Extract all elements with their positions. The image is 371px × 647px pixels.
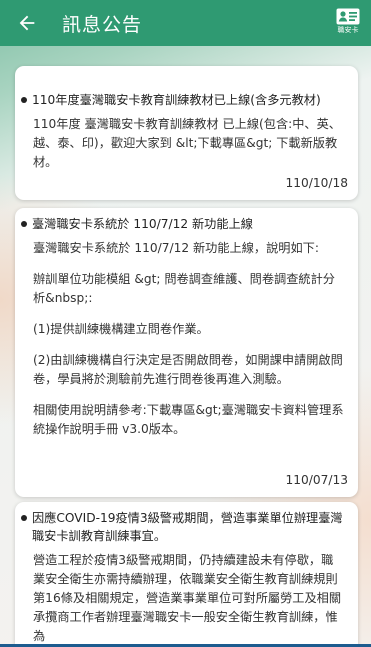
id-card-icon	[336, 8, 360, 25]
bullet-icon	[21, 221, 27, 227]
safety-card-label: 職安卡	[337, 26, 359, 34]
announcement-card[interactable]: 臺灣職安卡系統於 110/7/12 新功能上線 臺灣職安卡系統於 110/7/1…	[15, 208, 358, 497]
announcement-card[interactable]: 因應COVID-19疫情3級警戒期間，營造事業單位辦理臺灣職安卡訓教育訓練事宜。…	[15, 502, 358, 647]
bullet-icon	[21, 515, 27, 521]
announcement-card[interactable]: 110年度臺灣職安卡教育訓練教材已上線(含多元教材) 110年度 臺灣職安卡教育…	[15, 66, 358, 200]
announcement-paragraph: 110年度 臺灣職安卡教育訓練教材 已上線(包含:中、英、越、泰、印)，歡迎大家…	[33, 117, 341, 169]
app-bar: 訊息公告 職安卡	[0, 0, 371, 46]
announcement-title: 110年度臺灣職安卡教育訓練教材已上線(含多元教材)	[32, 93, 321, 107]
bullet-icon	[21, 97, 27, 103]
announcement-title: 因應COVID-19疫情3級警戒期間，營造事業單位辦理臺灣職安卡訓教育訓練事宜。	[32, 511, 343, 543]
announcement-paragraph: (2)由訓練機構自行決定是否開啟問卷，如開課申請開啟問卷，學員將於測驗前先進行問…	[33, 353, 343, 386]
announcement-list[interactable]: 110年度臺灣職安卡教育訓練教材已上線(含多元教材) 110年度 臺灣職安卡教育…	[0, 46, 371, 647]
page-title: 訊息公告	[62, 13, 143, 36]
announcement-paragraph: 營造工程於疫情3級警戒期間，仍持續建設未有停歇，職業安全衛生亦需持續辦理，依職業…	[33, 553, 342, 643]
announcement-date: 110/10/18	[285, 176, 349, 190]
announcement-paragraph: 相關使用說明請參考:下載專區&gt;臺灣職安卡資料管理系統操作說明手冊 v3.0…	[33, 403, 344, 436]
announcement-title: 臺灣職安卡系統於 110/7/12 新功能上線	[32, 217, 253, 231]
announcement-paragraph: 辦訓單位功能模組 &gt; 問卷調查維護、問卷調查統計分析&nbsp;:	[33, 272, 335, 305]
back-arrow-icon[interactable]	[16, 12, 38, 34]
safety-card-button[interactable]: 職安卡	[335, 8, 361, 40]
announcement-paragraph: (1)提供訓練機構建立問卷作業。	[33, 322, 209, 336]
announcement-paragraph: 臺灣職安卡系統於 110/7/12 新功能上線，說明如下:	[33, 241, 319, 255]
announcement-date: 110/07/13	[285, 473, 349, 487]
